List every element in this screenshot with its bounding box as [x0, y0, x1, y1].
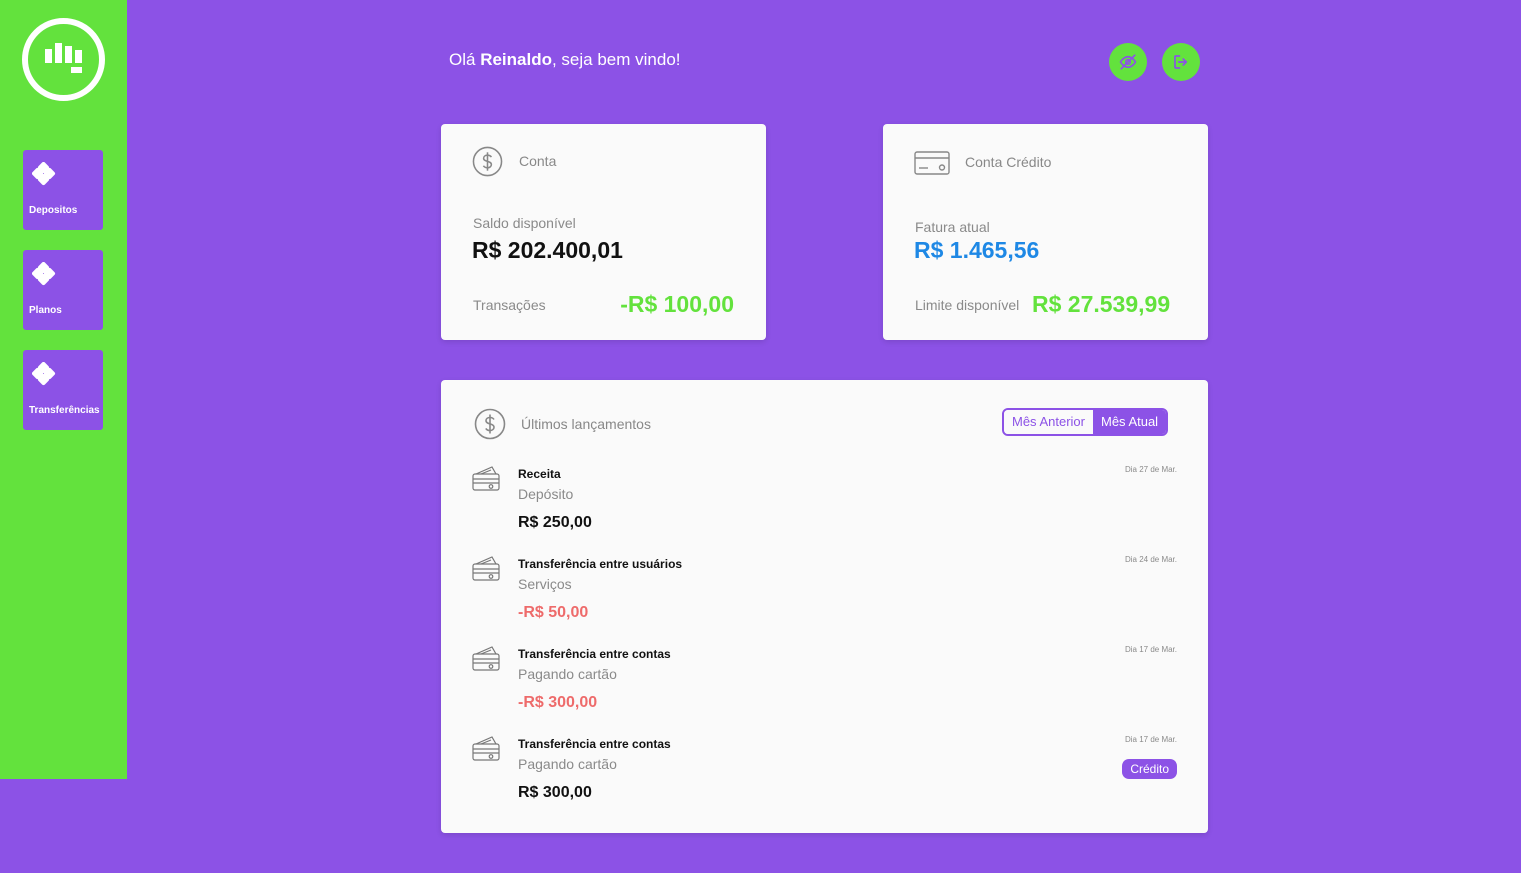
greeting-prefix: Olá [449, 50, 481, 69]
entry-date: Dia 24 de Mar. [1124, 555, 1177, 564]
list-item[interactable]: Receita Depósito R$ 250,00 Dia 27 de Mar. [472, 463, 1177, 543]
entry-category: Serviços [518, 576, 572, 592]
user-name: Reinaldo [480, 50, 552, 69]
credit-card: Conta Crédito Fatura atual R$ 1.465,56 L… [883, 124, 1208, 340]
entry-title: Receita [518, 467, 561, 481]
transactions-value: -R$ 100,00 [620, 291, 734, 317]
diamond-grid-icon [32, 262, 56, 286]
month-toggle: Mês Anterior Mês Atual [1002, 408, 1169, 436]
dollar-circle-icon [474, 408, 506, 440]
credit-card-title: Conta Crédito [965, 154, 1052, 170]
tab-current-month[interactable]: Mês Atual [1092, 410, 1167, 434]
transactions-label: Transações [473, 297, 546, 313]
entry-value: -R$ 300,00 [518, 694, 598, 711]
entry-value: -R$ 50,00 [518, 604, 589, 621]
entry-title: Transferência entre contas [518, 737, 671, 751]
limit-label: Limite disponível [915, 297, 1020, 313]
entry-date: Dia 17 de Mar. [1124, 735, 1177, 744]
logo-icon [44, 42, 82, 73]
hide-values-button[interactable] [1109, 43, 1147, 81]
sidebar-item-label: Depositos [29, 205, 78, 216]
wallet-card-icon [472, 736, 500, 761]
sidebar-item-label: Planos [29, 305, 62, 316]
balance-label: Saldo disponível [473, 215, 576, 231]
entry-title: Transferência entre contas [518, 647, 671, 661]
sidebar: Depositos Planos Transferências [0, 0, 127, 779]
entry-date: Dia 27 de Mar. [1124, 465, 1177, 474]
sidebar-item-label: Transferências [29, 405, 100, 416]
greeting: Olá Reinaldo, seja bem vindo! [449, 50, 681, 70]
entry-category: Depósito [518, 486, 574, 502]
entry-value: R$ 300,00 [518, 784, 592, 801]
logo[interactable] [22, 18, 105, 101]
invoice-label: Fatura atual [915, 219, 990, 235]
logout-button[interactable] [1162, 43, 1200, 81]
greeting-suffix: , seja bem vindo! [551, 50, 681, 69]
entry-date: Dia 17 de Mar. [1124, 645, 1177, 654]
wallet-card-icon [472, 556, 500, 581]
invoice-value: R$ 1.465,56 [914, 237, 1040, 263]
sidebar-item-planos[interactable]: Planos [23, 250, 103, 330]
entry-category: Pagando cartão [518, 756, 617, 772]
entry-value: R$ 250,00 [518, 514, 592, 531]
sidebar-item-transferencias[interactable]: Transferências [23, 350, 103, 430]
list-item[interactable]: Transferência entre contas Pagando cartão… [472, 643, 1177, 723]
tab-previous-month[interactable]: Mês Anterior [1004, 410, 1093, 434]
account-card-title: Conta [519, 153, 557, 169]
balance-value: R$ 202.400,01 [472, 237, 623, 263]
dollar-circle-icon [472, 146, 503, 177]
account-card: Conta Saldo disponível R$ 202.400,01 Tra… [441, 124, 766, 340]
limit-value: R$ 27.539,99 [1032, 291, 1171, 317]
diamond-grid-icon [32, 362, 56, 386]
entries-title: Últimos lançamentos [521, 416, 651, 432]
credit-card-icon [914, 151, 950, 175]
credit-badge[interactable]: Crédito [1122, 759, 1177, 779]
list-item[interactable]: Transferência entre contas Pagando cartão… [472, 733, 1177, 813]
wallet-card-icon [472, 646, 500, 671]
wallet-card-icon [472, 466, 500, 491]
logout-icon [1174, 55, 1188, 69]
list-item[interactable]: Transferência entre usuários Serviços -R$ … [472, 553, 1177, 633]
diamond-grid-icon [32, 162, 56, 186]
entry-category: Pagando cartão [518, 666, 617, 682]
eye-off-icon [1119, 54, 1137, 70]
sidebar-item-depositos[interactable]: Depositos [23, 150, 103, 230]
entry-title: Transferência entre usuários [518, 557, 683, 571]
